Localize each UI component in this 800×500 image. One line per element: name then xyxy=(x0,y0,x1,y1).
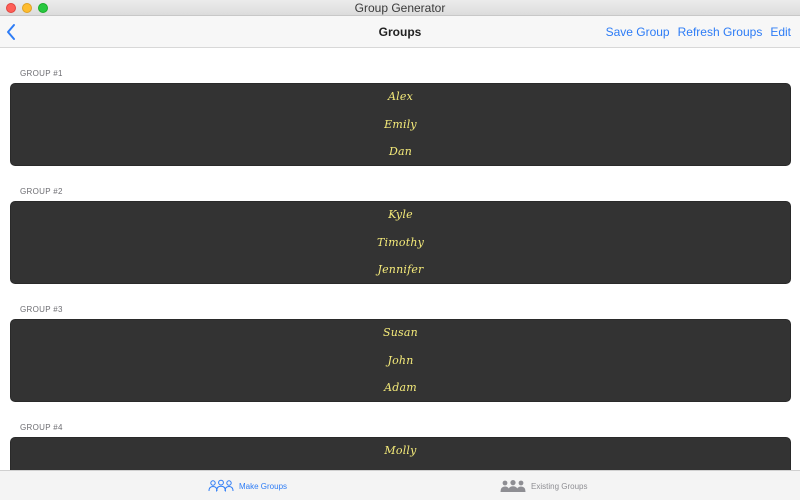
window-titlebar: Group Generator xyxy=(0,0,800,16)
nav-actions: Save Group Refresh Groups Edit xyxy=(606,25,791,39)
group-member: Jennifer xyxy=(377,263,424,276)
group-member: Molly xyxy=(384,444,417,457)
group-member: Emily xyxy=(384,118,417,131)
tab-make-groups[interactable]: Make Groups xyxy=(208,471,287,500)
tab-bar: Make Groups Existing Groups xyxy=(0,470,800,500)
save-group-button[interactable]: Save Group xyxy=(606,25,670,39)
group-member: Alex xyxy=(388,90,413,103)
group-member: Timothy xyxy=(376,236,425,249)
group-header: GROUP #2 xyxy=(20,187,63,196)
group-card: Susan John Adam xyxy=(10,319,791,402)
people-outline-icon xyxy=(208,479,234,492)
tab-label: Existing Groups xyxy=(531,481,588,491)
navigation-bar: Groups Save Group Refresh Groups Edit xyxy=(0,16,800,48)
group-header: GROUP #3 xyxy=(20,305,63,314)
people-filled-icon xyxy=(500,480,526,492)
window-title: Group Generator xyxy=(354,1,446,15)
group-member: Kyle xyxy=(388,208,413,221)
groups-list[interactable]: GROUP #1 Alex Emily Dan GROUP #2 Kyle Ti… xyxy=(0,48,800,470)
edit-button[interactable]: Edit xyxy=(770,25,791,39)
tab-label: Make Groups xyxy=(239,481,288,491)
group-member: Dan xyxy=(388,145,413,158)
tab-existing-groups[interactable]: Existing Groups xyxy=(500,471,587,500)
group-header: GROUP #1 xyxy=(20,69,63,78)
refresh-groups-button[interactable]: Refresh Groups xyxy=(678,25,763,39)
group-member: Adam xyxy=(384,381,417,394)
group-member: John xyxy=(387,354,414,367)
group-header: GROUP #4 xyxy=(20,423,63,432)
group-card: Alex Emily Dan xyxy=(10,83,791,166)
group-card: Molly xyxy=(10,437,791,470)
group-member: Susan xyxy=(383,326,418,339)
group-card: Kyle Timothy Jennifer xyxy=(10,201,791,284)
